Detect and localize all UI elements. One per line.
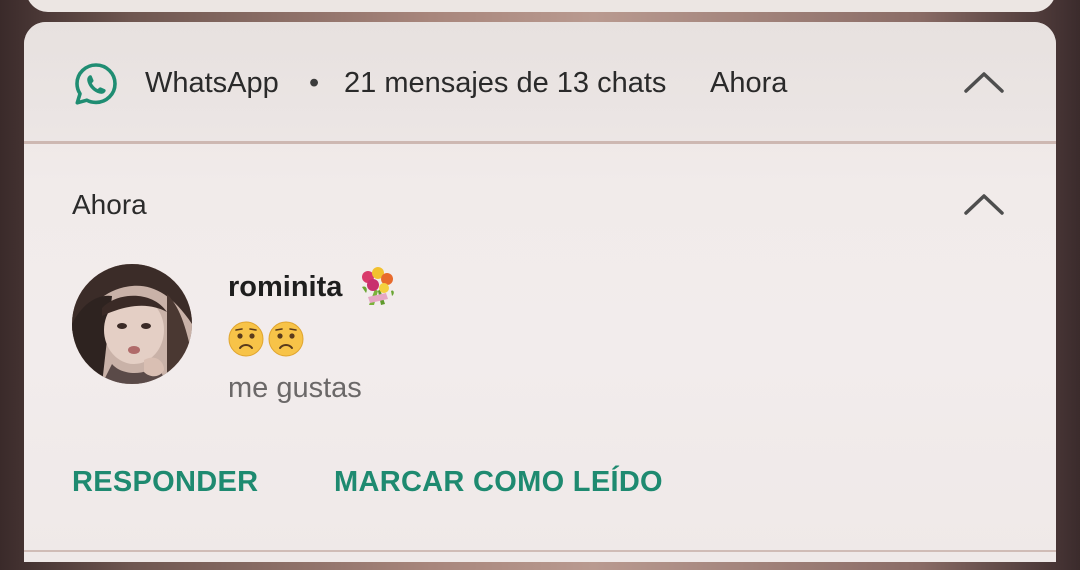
contact-avatar[interactable]: [72, 264, 192, 384]
chevron-up-icon[interactable]: [964, 192, 1004, 216]
whatsapp-icon: [75, 63, 117, 105]
reply-button[interactable]: RESPONDER: [72, 464, 258, 500]
header-divider: [24, 141, 1056, 144]
bouquet-emoji-icon: [362, 267, 394, 305]
whatsapp-notification-card[interactable]: WhatsApp • 21 mensajes de 13 chats Ahora…: [24, 22, 1056, 562]
group-time: Ahora: [72, 189, 147, 220]
header-separator: •: [309, 67, 320, 99]
app-name: WhatsApp: [145, 67, 279, 99]
worried-face-emoji-icon: [268, 321, 304, 357]
avatar-photo: [72, 264, 192, 384]
notification-time: Ahora: [710, 67, 788, 99]
worried-face-emoji-icon: [228, 321, 264, 357]
notification-header[interactable]: WhatsApp • 21 mensajes de 13 chats Ahora: [24, 22, 1056, 144]
sender-name: rominita: [228, 271, 343, 303]
message-text: me gustas: [228, 372, 362, 404]
chevron-up-icon[interactable]: [964, 70, 1004, 94]
bottom-divider: [24, 550, 1056, 552]
mark-as-read-button[interactable]: MARCAR COMO LEÍDO: [334, 464, 663, 500]
previous-notification-card: [26, 0, 1056, 12]
notification-summary: 21 mensajes de 13 chats: [344, 67, 667, 99]
